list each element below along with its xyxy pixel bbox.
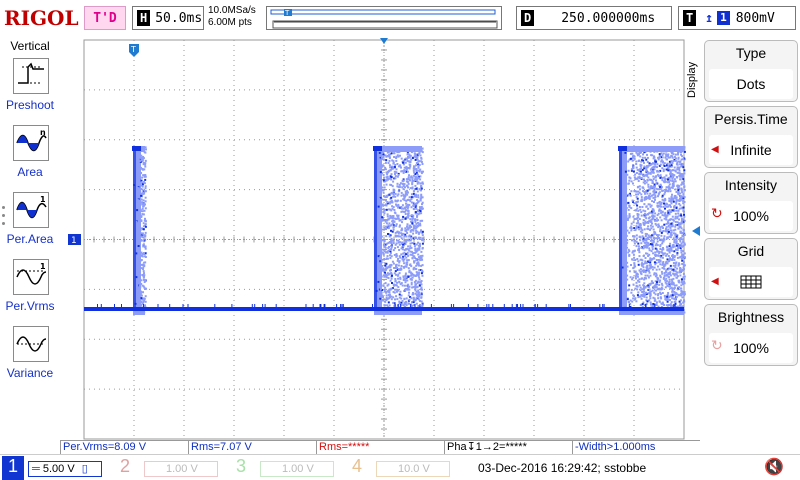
channel-number: 1 [2,456,24,480]
multifunction-knob-icon: ↻ [711,338,723,354]
measure-preshoot-button[interactable]: Preshoot [0,58,60,124]
menu-item-value: Dots [709,69,793,99]
waveform-display[interactable]: T 1 [60,36,700,440]
horizontal-delay[interactable]: D 250.000000ms [516,6,672,30]
variance-icon [13,326,49,362]
measure-label: Preshoot [5,98,55,112]
left-arrow-icon: ◀ [711,276,719,287]
trigger-settings[interactable]: T ↥ 1 800mV [678,6,796,30]
memory-depth: 6.00M pts [208,17,252,28]
measure-area-button[interactable]: n Area [0,125,60,191]
left-arrow-icon: ◀ [711,144,719,155]
delay-value: 250.000000ms [561,10,656,26]
measure-label: Variance [6,366,54,380]
measurement-result[interactable]: -Width>1.000ms [572,440,700,454]
multifunction-knob-icon: ↻ [711,206,723,222]
svg-text:T: T [130,45,136,54]
trigger-source-channel: 1 [717,11,730,25]
channel-scale: 1.00 V [144,461,218,477]
measurement-category-title[interactable]: Vertical [0,39,60,53]
trigger-status-badge: T'D [84,6,126,30]
channel-scale: ═ 5.00 V ▯ [28,461,102,477]
period-vrms-icon: 1 [13,259,49,295]
trigger-level-marker[interactable] [692,226,700,236]
bandwidth-limit-icon: ▯ [81,463,88,475]
grid-style-button[interactable]: Grid ◀ [704,238,798,300]
memory-waveform-preview: T [270,9,498,29]
speaker-muted-icon[interactable]: 🔇 [764,457,784,476]
datetime-user-label: 03-Dec-2016 16:29:42; sstobbe [478,461,647,475]
measurement-text: Pha↧1→2=***** [447,441,527,453]
menu-item-title: Intensity [724,177,778,193]
measurement-text: Rms=7.07 V [191,441,252,453]
measurement-result[interactable]: Per.Vrms=8.09 V [60,440,188,454]
measure-label: Per.Vrms [5,299,55,313]
svg-text:1: 1 [71,236,77,246]
measurement-results-bar: Per.Vrms=8.09 V Rms=7.07 V Rms=***** Pha… [60,440,700,454]
delay-center-marker [380,38,388,44]
channel-scale: 1.00 V [260,461,334,477]
channel-number: 4 [352,456,363,476]
measurement-text: -Width>1.000ms [575,441,656,453]
menu-item-title: Type [735,45,767,61]
display-menu: Type Dots Persis.Time Infinite ◀ Intensi… [700,36,800,440]
area-icon: n [13,125,49,161]
grid-full-icon [740,275,762,289]
menu-item-value [709,267,793,297]
measurement-text: Per.Vrms=8.09 V [63,441,147,453]
channel-scale: 10.0 V [376,461,450,477]
rigol-logo: RIGOL [4,6,79,30]
period-area-icon: 1 [13,192,49,228]
sample-rate: 10.0MSa/s [208,5,256,16]
brightness-button[interactable]: Brightness 100% ↻ [704,304,798,366]
trigger-position-marker[interactable]: T [129,44,139,57]
menu-item-title: Brightness [717,309,785,325]
measurement-result[interactable]: Pha↧1→2=***** [444,440,572,454]
svg-text:1: 1 [40,195,46,204]
persistence-time-button[interactable]: Persis.Time Infinite ◀ [704,106,798,168]
channel-number: 3 [236,456,247,476]
measurement-text: Rms=***** [319,441,370,453]
horizontal-tag: H [137,10,151,26]
measurement-sidebar: Vertical Preshoot n Area 1 Per.Area 1 Pe… [0,36,60,440]
display-type-button[interactable]: Type Dots [704,40,798,102]
memory-overview-strip[interactable]: T [266,6,502,30]
timebase-value: 50.0ms [155,10,203,26]
trigger-tag: T [683,10,697,26]
measure-period-vrms-button[interactable]: 1 Per.Vrms [0,259,60,325]
delay-tag: D [521,10,535,26]
channel-status-bar: 1 ═ 5.00 V ▯ 2 1.00 V 3 1.00 V 4 10.0 V … [0,454,800,480]
menu-item-title: Grid [737,243,765,259]
svg-text:n: n [40,128,46,137]
display-menu-tab: Display [686,61,698,99]
measure-label: Area [17,165,43,179]
persistence-cloud [133,146,686,315]
channel-number: 2 [120,456,131,476]
rising-edge-icon: ↥ [705,10,714,26]
menu-item-value: Infinite [709,135,793,165]
trigger-level: 800mV [735,10,775,26]
channel1-offset-marker[interactable]: 1 [68,234,81,246]
horizontal-timebase[interactable]: H 50.0ms [132,6,204,30]
intensity-button[interactable]: Intensity 100% ↻ [704,172,798,234]
acquisition-info: 10.0MSa/s 6.00M pts [208,5,256,29]
top-bar: RIGOL T'D H 50.0ms 10.0MSa/s 6.00M pts T… [0,0,800,36]
measurement-result[interactable]: Rms=7.07 V [188,440,316,454]
measure-label: Per.Area [6,232,54,246]
memory-trigger-marker: T [284,9,290,17]
coupling-dc-icon: ═ [32,463,40,475]
measure-period-area-button[interactable]: 1 Per.Area [0,192,60,258]
measure-variance-button[interactable]: Variance [0,326,60,392]
preshoot-icon [13,58,49,94]
svg-text:1: 1 [40,262,46,271]
waveform-graticule[interactable]: T 1 [60,36,700,440]
measurement-result[interactable]: Rms=***** [316,440,444,454]
menu-item-title: Persis.Time [714,111,788,127]
